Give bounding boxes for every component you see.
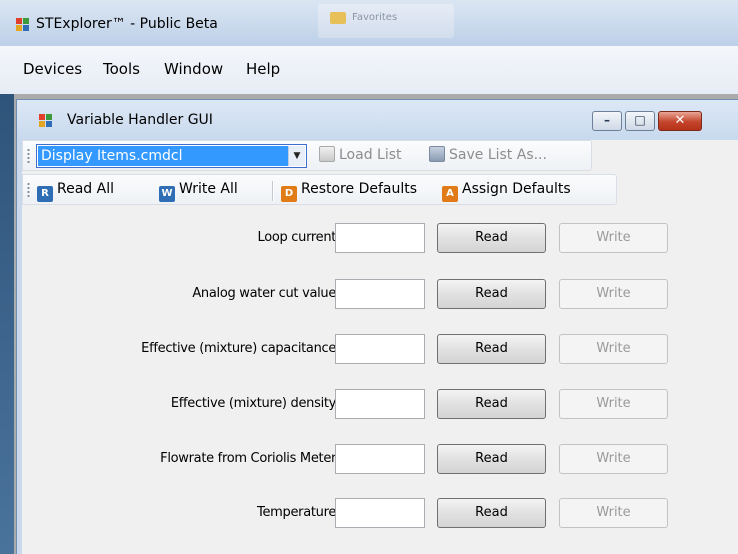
menu-devices[interactable]: Devices <box>23 60 82 78</box>
menu-bar: Devices Tools Window Help <box>0 46 738 95</box>
list-select-value: Display Items.cmdcl <box>38 146 288 166</box>
write-button[interactable]: Write <box>559 498 668 528</box>
assign-defaults-button[interactable]: A Assign Defaults <box>442 180 571 202</box>
minimize-icon: – <box>604 113 610 127</box>
mdi-left-edge <box>0 94 14 554</box>
variable-value-field[interactable] <box>335 498 425 528</box>
restore-defaults-button[interactable]: D Restore Defaults <box>281 180 417 202</box>
read-button[interactable]: Read <box>437 389 546 419</box>
variable-label: Loop current : <box>257 230 344 245</box>
app-window: STExplorer™ - Public Beta Favorites Devi… <box>0 0 738 554</box>
toolbar-grip[interactable] <box>27 182 30 198</box>
save-list-as-label: Save List As... <box>449 147 547 163</box>
variable-value-field[interactable] <box>335 223 425 253</box>
dropdown-arrow-icon[interactable]: ▼ <box>288 146 305 166</box>
minimize-button[interactable]: – <box>592 111 622 131</box>
read-button[interactable]: Read <box>437 498 546 528</box>
read-button[interactable]: Read <box>437 334 546 364</box>
write-button[interactable]: Write <box>559 444 668 474</box>
app-title: STExplorer™ - Public Beta <box>36 16 218 32</box>
variable-value-field[interactable] <box>335 334 425 364</box>
app-icon <box>16 18 29 31</box>
close-icon: ✕ <box>674 113 686 128</box>
variable-handler-window: Variable Handler GUI – □ ✕ Display Items… <box>16 99 738 554</box>
restore-defaults-icon: D <box>281 186 297 202</box>
write-button[interactable]: Write <box>559 279 668 309</box>
variable-label: Temperature : <box>257 505 344 520</box>
variable-value-field[interactable] <box>335 389 425 419</box>
folder-icon <box>330 12 346 24</box>
write-button[interactable]: Write <box>559 389 668 419</box>
toolbar-separator <box>272 181 273 201</box>
close-button[interactable]: ✕ <box>658 111 702 131</box>
read-all-button[interactable]: R Read All <box>37 180 114 202</box>
write-all-label: Write All <box>179 181 238 197</box>
read-all-label: Read All <box>57 181 114 197</box>
action-toolbar: R Read All W Write All D Restore Defaults A… <box>22 174 617 205</box>
load-list-label: Load List <box>339 147 402 163</box>
variable-value-field[interactable] <box>335 444 425 474</box>
load-list-button[interactable]: Load List <box>319 146 402 164</box>
menu-window[interactable]: Window <box>164 60 223 78</box>
write-button[interactable]: Write <box>559 223 668 253</box>
variable-label: Flowrate from Coriolis Meter : <box>160 451 344 466</box>
toolbar-grip[interactable] <box>27 148 30 164</box>
write-all-button[interactable]: W Write All <box>159 180 238 202</box>
maximize-icon: □ <box>634 113 646 127</box>
read-button[interactable]: Read <box>437 279 546 309</box>
write-button[interactable]: Write <box>559 334 668 364</box>
folder-open-icon <box>319 146 335 162</box>
list-toolbar: Display Items.cmdcl ▼ Load List Save Lis… <box>22 140 592 171</box>
restore-defaults-label: Restore Defaults <box>301 181 418 197</box>
app-title-bar[interactable]: STExplorer™ - Public Beta Favorites <box>0 0 738 46</box>
read-button[interactable]: Read <box>437 223 546 253</box>
maximize-button[interactable]: □ <box>625 111 655 131</box>
read-all-icon: R <box>37 186 53 202</box>
variable-label: Effective (mixture) capacitance : <box>141 341 344 356</box>
write-all-icon: W <box>159 186 175 202</box>
list-select[interactable]: Display Items.cmdcl ▼ <box>36 144 307 168</box>
client-area: Display Items.cmdcl ▼ Load List Save Lis… <box>22 140 738 554</box>
variable-label: Analog water cut value : <box>192 286 344 301</box>
window-icon <box>39 114 52 127</box>
child-title-bar[interactable]: Variable Handler GUI – □ ✕ <box>17 100 738 140</box>
variable-value-field[interactable] <box>335 279 425 309</box>
assign-defaults-label: Assign Defaults <box>462 181 571 197</box>
save-icon <box>429 146 445 162</box>
read-button[interactable]: Read <box>437 444 546 474</box>
assign-defaults-icon: A <box>442 186 458 202</box>
background-tab-label: Favorites <box>352 12 398 23</box>
save-list-as-button[interactable]: Save List As... <box>429 146 547 164</box>
menu-tools[interactable]: Tools <box>103 60 140 78</box>
child-title: Variable Handler GUI <box>67 112 213 128</box>
menu-help[interactable]: Help <box>246 60 280 78</box>
variable-label: Effective (mixture) density : <box>170 396 344 411</box>
